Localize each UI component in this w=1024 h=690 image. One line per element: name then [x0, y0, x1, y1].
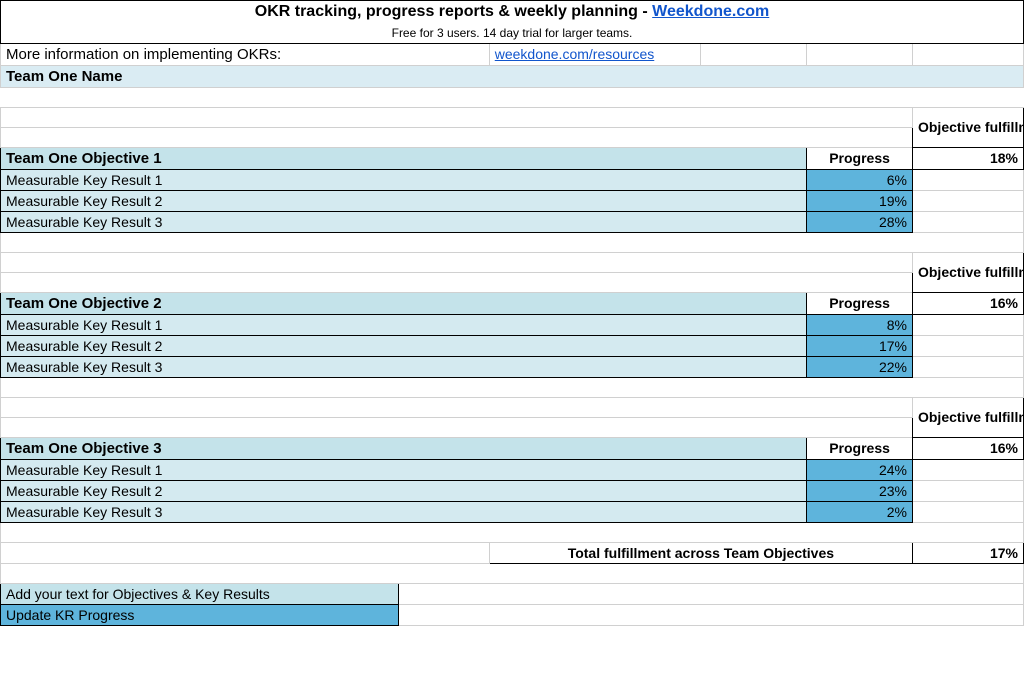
kr-label[interactable]: Measurable Key Result 1 — [1, 459, 807, 480]
empty-cell[interactable] — [912, 314, 1023, 335]
empty-cell[interactable] — [1, 417, 913, 437]
objective-title[interactable]: Team One Objective 2 — [1, 292, 807, 314]
note-add-text[interactable]: Add your text for Objectives & Key Resul… — [1, 583, 399, 604]
empty-cell[interactable] — [912, 501, 1023, 522]
empty-cell[interactable] — [1, 87, 1024, 107]
empty-cell[interactable] — [807, 43, 913, 65]
title-link[interactable]: Weekdone.com — [652, 3, 769, 20]
empty-cell[interactable] — [1, 377, 1024, 397]
empty-cell[interactable] — [1, 542, 490, 563]
kr-label[interactable]: Measurable Key Result 1 — [1, 314, 807, 335]
empty-cell[interactable] — [912, 211, 1023, 232]
objective-fulfillment-header: Objective fulfillment — [912, 252, 1023, 292]
empty-cell[interactable] — [912, 43, 1023, 65]
kr-progress[interactable]: 17% — [807, 335, 913, 356]
empty-cell[interactable] — [912, 459, 1023, 480]
team-name[interactable]: Team One Name — [1, 65, 1024, 87]
empty-cell[interactable] — [1, 127, 913, 147]
empty-cell[interactable] — [1, 252, 913, 272]
empty-cell[interactable] — [701, 43, 807, 65]
total-label: Total fulfillment across Team Objectives — [489, 542, 912, 563]
info-label: More information on implementing OKRs: — [1, 43, 490, 65]
objective-fulfillment-value[interactable]: 18% — [912, 147, 1023, 169]
kr-label[interactable]: Measurable Key Result 1 — [1, 169, 807, 190]
empty-cell[interactable] — [1, 272, 913, 292]
page-title: OKR tracking, progress reports & weekly … — [1, 1, 1024, 24]
empty-cell[interactable] — [912, 335, 1023, 356]
kr-label[interactable]: Measurable Key Result 2 — [1, 480, 807, 501]
total-value[interactable]: 17% — [912, 542, 1023, 563]
empty-cell[interactable] — [912, 356, 1023, 377]
objective-title[interactable]: Team One Objective 3 — [1, 437, 807, 459]
objective-fulfillment-value[interactable]: 16% — [912, 292, 1023, 314]
page-subtitle: Free for 3 users. 14 day trial for large… — [1, 23, 1024, 43]
empty-cell[interactable] — [912, 169, 1023, 190]
title-prefix: OKR tracking, progress reports & weekly … — [255, 3, 652, 20]
empty-cell[interactable] — [1, 232, 1024, 252]
empty-cell[interactable] — [399, 604, 1024, 625]
objective-fulfillment-header: Objective fulfillment — [912, 107, 1023, 147]
info-link[interactable]: weekdone.com/resources — [495, 46, 655, 62]
empty-cell[interactable] — [399, 583, 1024, 604]
empty-cell[interactable] — [1, 563, 1024, 583]
kr-progress[interactable]: 28% — [807, 211, 913, 232]
info-link-cell[interactable]: weekdone.com/resources — [489, 43, 701, 65]
empty-cell[interactable] — [1, 107, 913, 127]
kr-label[interactable]: Measurable Key Result 2 — [1, 190, 807, 211]
objective-title[interactable]: Team One Objective 1 — [1, 147, 807, 169]
kr-progress[interactable]: 6% — [807, 169, 913, 190]
empty-cell[interactable] — [912, 480, 1023, 501]
progress-header: Progress — [807, 147, 913, 169]
empty-cell[interactable] — [1, 397, 913, 417]
kr-progress[interactable]: 22% — [807, 356, 913, 377]
note-update[interactable]: Update KR Progress — [1, 604, 399, 625]
kr-label[interactable]: Measurable Key Result 2 — [1, 335, 807, 356]
kr-progress[interactable]: 19% — [807, 190, 913, 211]
kr-label[interactable]: Measurable Key Result 3 — [1, 356, 807, 377]
progress-header: Progress — [807, 292, 913, 314]
empty-cell[interactable] — [912, 190, 1023, 211]
kr-progress[interactable]: 23% — [807, 480, 913, 501]
spreadsheet[interactable]: OKR tracking, progress reports & weekly … — [0, 0, 1024, 626]
kr-label[interactable]: Measurable Key Result 3 — [1, 501, 807, 522]
objective-fulfillment-header: Objective fulfillment — [912, 397, 1023, 437]
kr-label[interactable]: Measurable Key Result 3 — [1, 211, 807, 232]
progress-header: Progress — [807, 437, 913, 459]
kr-progress[interactable]: 24% — [807, 459, 913, 480]
empty-cell[interactable] — [1, 522, 1024, 542]
kr-progress[interactable]: 2% — [807, 501, 913, 522]
objective-fulfillment-value[interactable]: 16% — [912, 437, 1023, 459]
kr-progress[interactable]: 8% — [807, 314, 913, 335]
